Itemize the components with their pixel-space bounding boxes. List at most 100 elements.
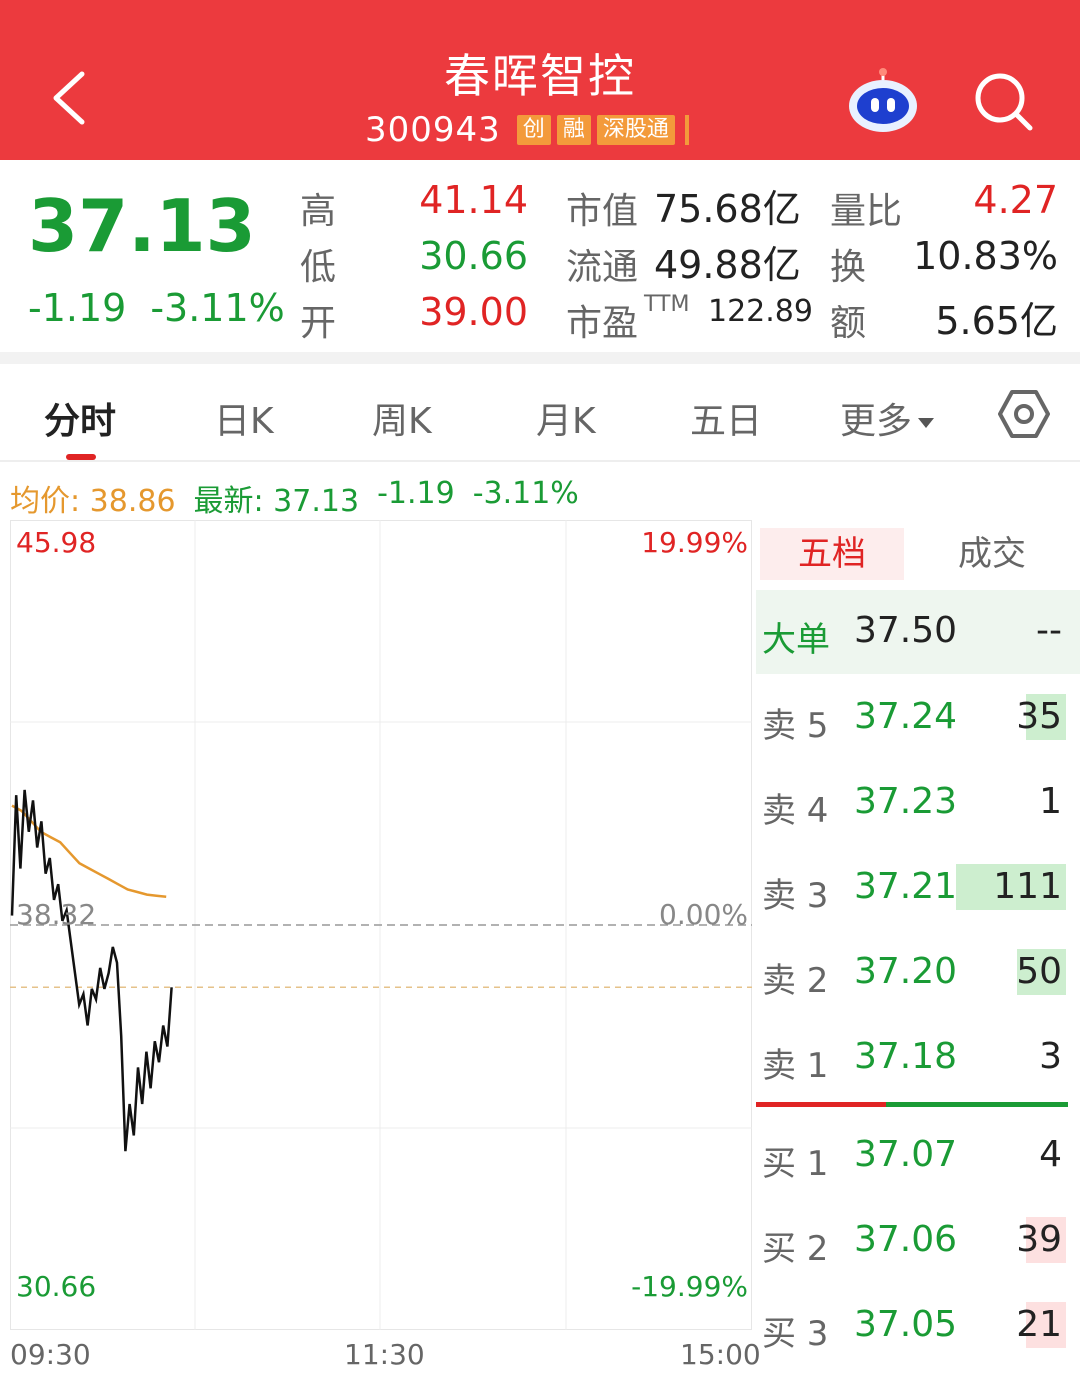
level-volume: 1 xyxy=(1039,781,1062,822)
price-change: -1.19 xyxy=(28,286,127,330)
level-label: 卖 2 xyxy=(762,961,829,1001)
active-tab-indicator xyxy=(66,454,96,460)
tab-intraday[interactable]: 分时 xyxy=(44,392,116,444)
level-label: 卖 4 xyxy=(762,791,829,831)
ask-level-row: 卖 5 37.24 35 xyxy=(756,682,1080,752)
quote-panel: 37.13 -1.19 -3.11% 高 41.14 低 30.66 开 39.… xyxy=(0,160,1080,352)
stock-code-row: 300943 创 融 深股通 xyxy=(365,110,689,150)
level-volume: 21 xyxy=(1016,1304,1062,1345)
search-icon[interactable] xyxy=(972,70,1034,132)
chevron-down-icon xyxy=(918,418,935,428)
mcap-value: 75.68亿 xyxy=(654,187,801,231)
level-volume: 50 xyxy=(1016,951,1062,992)
y-max-label: 45.98 xyxy=(16,526,97,559)
settings-icon[interactable] xyxy=(998,388,1050,440)
order-book: 五档 成交 大单 37.50 -- 卖 5 37.24 35 卖 4 37.23 1 卖 3… xyxy=(756,520,1080,1386)
pct-zero-label: 0.00% xyxy=(659,898,748,931)
big-order-volume: -- xyxy=(1036,610,1062,651)
tag-chuang: 创 xyxy=(516,115,551,145)
level-label: 买 3 xyxy=(762,1314,829,1354)
tag-divider xyxy=(684,115,689,145)
ask-level-row: 卖 4 37.23 1 xyxy=(756,767,1080,837)
level-price: 37.24 xyxy=(854,696,958,737)
high-label: 高 xyxy=(300,191,337,232)
order-book-tabs: 五档 成交 xyxy=(756,520,1080,588)
tab-monthly-k[interactable]: 月K xyxy=(536,392,596,444)
ask-level-row: 卖 3 37.21 111 xyxy=(756,852,1080,922)
big-order-price: 37.50 xyxy=(854,610,958,651)
tab-weekly-k[interactable]: 周K xyxy=(372,392,432,444)
latest-change: -1.19 xyxy=(377,476,455,511)
float-label: 流通 xyxy=(566,247,639,288)
level-label: 买 1 xyxy=(762,1144,829,1184)
tab-trades[interactable]: 成交 xyxy=(920,528,1064,580)
top-bar: 春晖智控 300943 创 融 深股通 xyxy=(0,0,1080,160)
time-label-close: 15:00 xyxy=(680,1338,761,1371)
intraday-chart-svg xyxy=(10,520,752,1330)
tab-more-label: 更多 xyxy=(840,401,913,442)
level-volume: 4 xyxy=(1039,1134,1062,1175)
price-change-row: -1.19 -3.11% xyxy=(28,286,285,330)
amount-value: 5.65亿 xyxy=(935,299,1058,343)
big-order-label: 大单 xyxy=(762,620,830,660)
level-volume: 111 xyxy=(993,866,1062,907)
time-label-open: 09:30 xyxy=(10,1338,91,1371)
level-volume: 35 xyxy=(1016,696,1062,737)
float-value: 49.88亿 xyxy=(654,243,801,287)
open-value: 39.00 xyxy=(419,290,528,334)
average-price: 均价: 38.86 xyxy=(10,484,176,519)
amount-label: 额 xyxy=(830,303,867,344)
intraday-chart[interactable]: 45.98 38.32 30.66 19.99% 0.00% -19.99% xyxy=(10,520,752,1330)
turnover-label: 换 xyxy=(830,247,867,288)
level-price: 37.05 xyxy=(854,1304,958,1345)
level-volume: 39 xyxy=(1016,1219,1062,1260)
latest-change-pct: -3.11% xyxy=(472,476,579,511)
level-label: 卖 3 xyxy=(762,876,829,916)
level-label: 买 2 xyxy=(762,1229,829,1269)
intraday-summary: 均价: 38.86 最新: 37.13 -1.19 -3.11% xyxy=(10,476,579,520)
tag-rong: 融 xyxy=(556,115,591,145)
current-price: 37.13 xyxy=(28,184,256,268)
level-price: 37.21 xyxy=(854,866,958,907)
level-price: 37.06 xyxy=(854,1219,958,1260)
ask-level-row: 卖 1 37.18 3 xyxy=(756,1022,1080,1092)
tag-shengutong: 深股通 xyxy=(596,115,675,145)
level-price: 37.20 xyxy=(854,951,958,992)
pct-max-label: 19.99% xyxy=(641,526,748,559)
tab-five-day[interactable]: 五日 xyxy=(690,392,762,444)
open-label: 开 xyxy=(300,303,337,344)
chart-tabs: 分时 日K 周K 月K 五日 更多 xyxy=(0,364,1080,462)
level-label: 卖 5 xyxy=(762,706,829,746)
section-divider xyxy=(0,352,1080,364)
tab-daily-k[interactable]: 日K xyxy=(214,392,274,444)
tab-five-levels[interactable]: 五档 xyxy=(760,528,904,580)
bid-ask-ratio-bar xyxy=(756,1102,1068,1107)
pe-value: 122.89 xyxy=(708,294,813,329)
robot-assistant-icon[interactable] xyxy=(846,66,920,136)
mcap-label: 市值 xyxy=(566,191,639,232)
level-price: 37.07 xyxy=(854,1134,958,1175)
pct-min-label: -19.99% xyxy=(631,1270,748,1303)
price-change-pct: -3.11% xyxy=(150,286,285,330)
volume-ratio-label: 量比 xyxy=(830,191,903,232)
y-min-label: 30.66 xyxy=(16,1270,97,1303)
ask-level-row: 卖 2 37.20 50 xyxy=(756,937,1080,1007)
price-line xyxy=(10,789,173,1152)
tab-more[interactable]: 更多 xyxy=(840,392,935,444)
stock-code: 300943 xyxy=(365,110,501,150)
latest-price: 最新: 37.13 xyxy=(193,484,360,519)
time-label-midday: 11:30 xyxy=(344,1338,425,1371)
level-label: 卖 1 xyxy=(762,1046,829,1086)
y-prev-close-label: 38.32 xyxy=(16,898,97,931)
pe-label: 市盈 xyxy=(566,303,639,344)
bid-level-row: 买 2 37.06 39 xyxy=(756,1205,1080,1275)
level-price: 37.23 xyxy=(854,781,958,822)
volume-ratio-value: 4.27 xyxy=(973,178,1058,222)
low-value: 30.66 xyxy=(419,234,528,278)
bid-level-row: 买 3 37.05 21 xyxy=(756,1290,1080,1360)
level-price: 37.18 xyxy=(854,1036,958,1077)
high-value: 41.14 xyxy=(419,178,528,222)
pe-ttm-label: TTM xyxy=(644,292,690,317)
low-label: 低 xyxy=(300,247,337,288)
bid-level-row: 买 1 37.07 4 xyxy=(756,1120,1080,1190)
